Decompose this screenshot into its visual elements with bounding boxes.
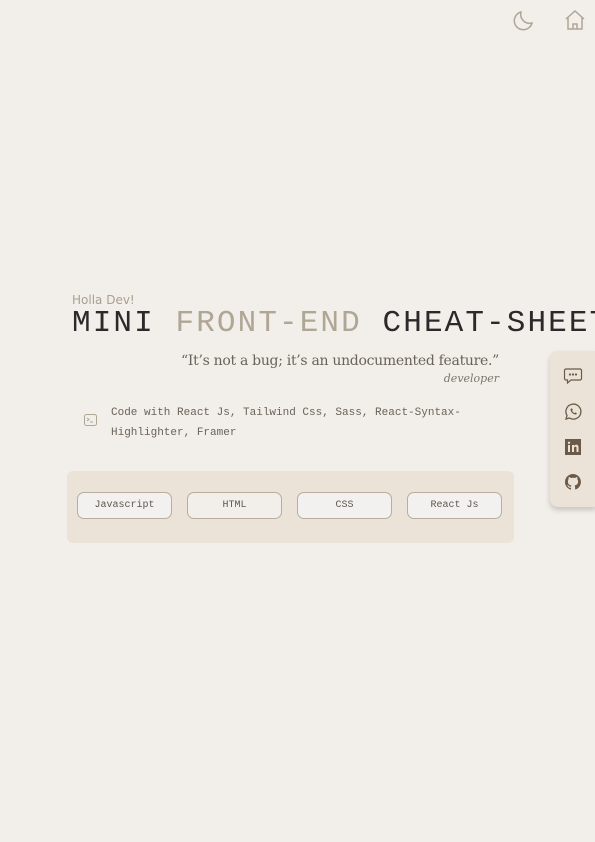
quote-author: developer xyxy=(443,372,499,385)
page-title: MINI FRONT-END CHEAT-SHEET xyxy=(72,306,595,341)
topics-panel: Javascript HTML CSS React Js xyxy=(67,471,514,543)
home-icon[interactable] xyxy=(563,8,587,32)
title-part-1: MINI xyxy=(72,306,155,341)
greeting: Holla Dev! xyxy=(72,293,135,307)
topic-button-html[interactable]: HTML xyxy=(187,492,282,519)
topic-button-css[interactable]: CSS xyxy=(297,492,392,519)
title-part-2: FRONT-END xyxy=(175,306,362,341)
topic-button-react[interactable]: React Js xyxy=(407,492,502,519)
tech-stack-text: Code with React Js, Tailwind Css, Sass, … xyxy=(111,407,461,439)
social-sidebar xyxy=(550,351,595,507)
terminal-icon xyxy=(84,414,97,426)
github-icon[interactable] xyxy=(563,472,583,492)
quote: “It’s not a bug; it’s an undocumented fe… xyxy=(181,353,499,369)
linkedin-icon[interactable] xyxy=(563,437,583,457)
chat-icon[interactable] xyxy=(563,366,583,386)
title-part-3: CHEAT-SHEET xyxy=(382,306,595,341)
topic-button-javascript[interactable]: Javascript xyxy=(77,492,172,519)
dark-mode-toggle-moon-icon[interactable] xyxy=(512,8,536,32)
whatsapp-icon[interactable] xyxy=(563,402,583,422)
